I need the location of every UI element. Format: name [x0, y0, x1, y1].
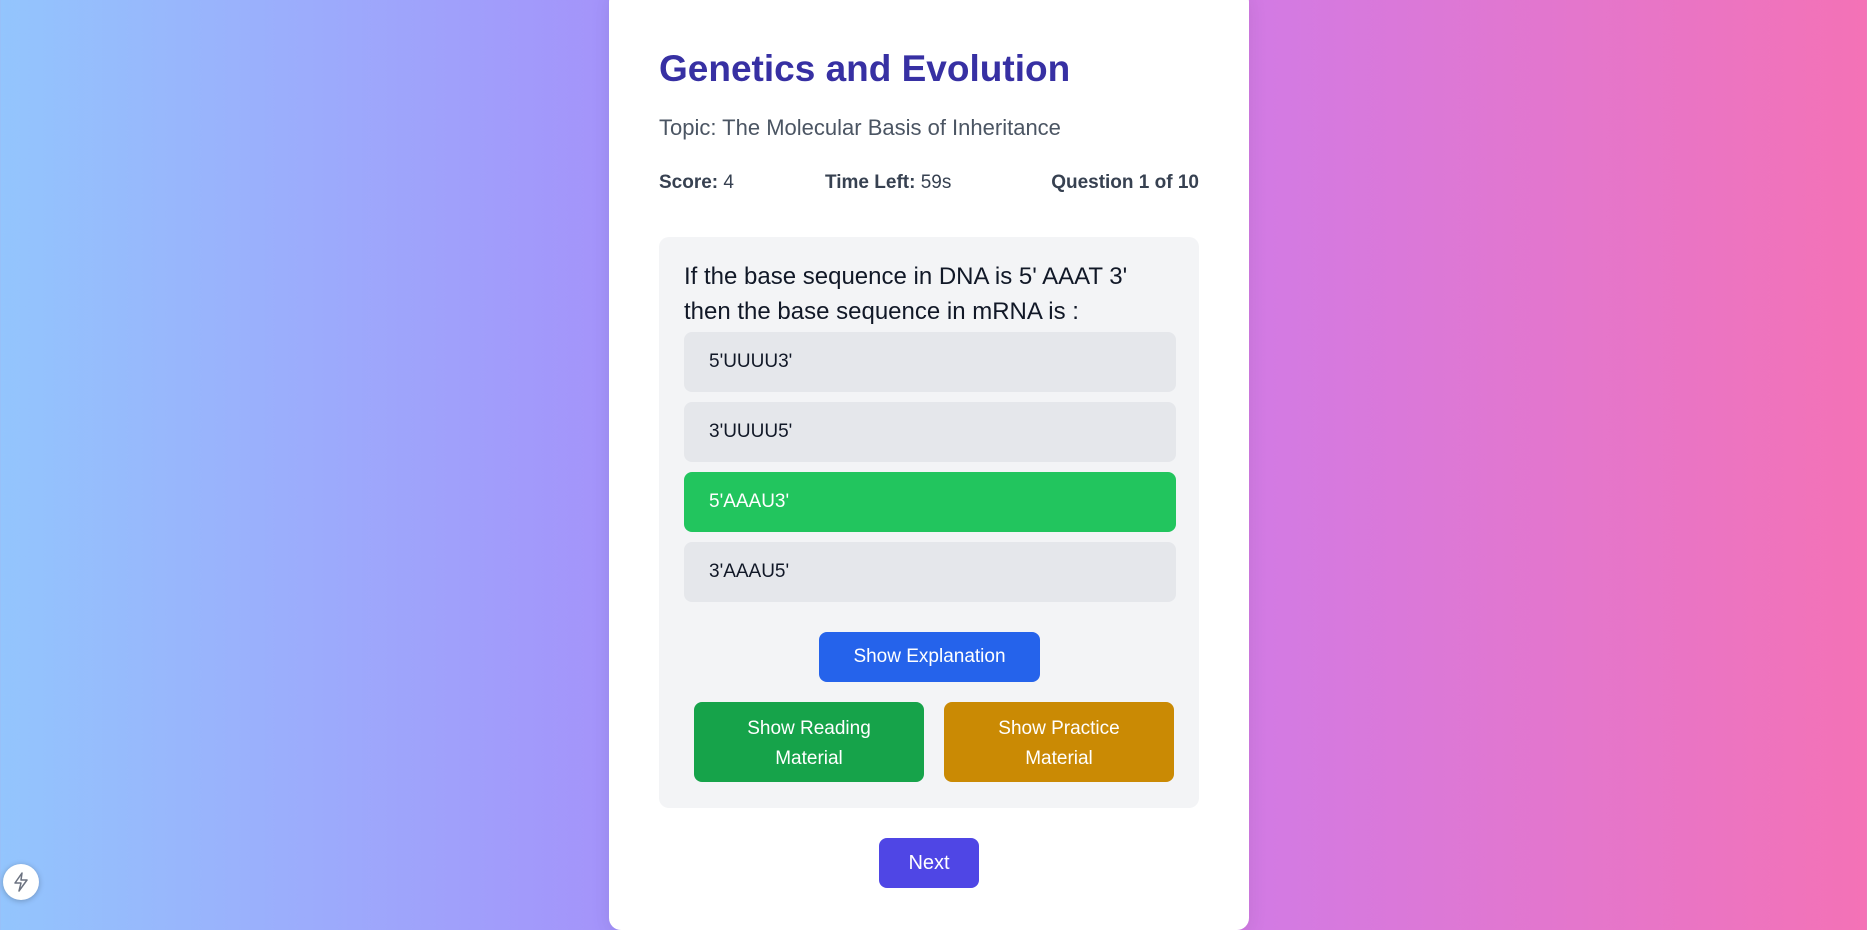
quiz-card: Genetics and Evolution Topic: The Molecu… [609, 0, 1249, 930]
question-panel: If the base sequence in DNA is 5' AAAT 3… [659, 237, 1199, 808]
answer-option-3-correct[interactable]: 5'AAAU3' [684, 472, 1176, 532]
time-label: Time Left: [825, 172, 916, 193]
answer-option-4[interactable]: 3'AAAU5' [684, 542, 1176, 602]
question-text: If the base sequence in DNA is 5' AAAT 3… [684, 263, 1128, 325]
score-label: Score: [659, 172, 719, 193]
page-title: Genetics and Evolution [659, 48, 1071, 89]
lightning-bolt-icon [14, 872, 28, 892]
corner-badge[interactable] [3, 864, 39, 900]
timer-display: Time Left: 59s [825, 172, 951, 194]
show-explanation-button[interactable]: Show Explanation [819, 632, 1040, 682]
topic-label: Topic: The Molecular Basis of Inheritanc… [659, 115, 1061, 140]
time-value: 59s [920, 172, 952, 193]
stats-bar: Score: 4 Time Left: 59s Question 1 of 10 [659, 172, 1199, 196]
show-practice-material-button[interactable]: Show Practice Material [944, 702, 1174, 782]
answer-option-1[interactable]: 5'UUUU3' [684, 332, 1176, 392]
show-reading-material-button[interactable]: Show Reading Material [694, 702, 924, 782]
score-display: Score: 4 [659, 172, 734, 194]
next-button[interactable]: Next [879, 838, 979, 888]
question-progress: Question 1 of 10 [1051, 172, 1199, 193]
score-value: 4 [723, 172, 734, 193]
answer-option-2[interactable]: 3'UUUU5' [684, 402, 1176, 462]
